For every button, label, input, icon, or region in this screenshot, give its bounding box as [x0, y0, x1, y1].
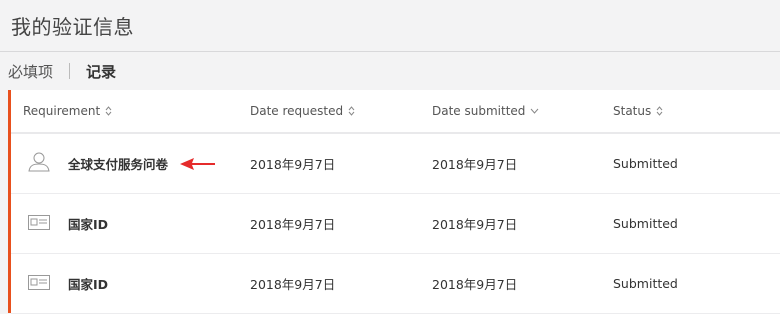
table-row[interactable]: 国家ID 2018年9月7日 2018年9月7日 Submitted	[11, 254, 780, 314]
id-card-icon	[28, 215, 50, 230]
column-header-status[interactable]: Status	[613, 104, 663, 118]
requirement-name[interactable]: 国家ID	[68, 274, 108, 293]
date-submitted: 2018年9月7日	[432, 157, 518, 172]
status-text: Submitted	[613, 276, 678, 291]
date-requested: 2018年9月7日	[250, 217, 336, 232]
page-header: 我的验证信息	[0, 0, 780, 52]
person-icon	[28, 152, 50, 172]
status-text: Submitted	[613, 216, 678, 231]
date-requested: 2018年9月7日	[250, 157, 336, 172]
tab-bar: 必填项 记录	[0, 52, 780, 90]
tab-divider	[69, 63, 71, 79]
annotation-arrow	[180, 158, 215, 170]
id-card-icon	[28, 275, 50, 290]
table-header: Requirement Date requested Date submitte…	[11, 90, 780, 134]
tab-records[interactable]: 记录	[86, 61, 116, 82]
table-row[interactable]: 国家ID 2018年9月7日 2018年9月7日 Submitted	[11, 194, 780, 254]
page-title: 我的验证信息	[11, 15, 134, 39]
sort-both-icon	[105, 106, 112, 116]
table-row[interactable]: 全球支付服务问卷 2018年9月7日 2018年9月7日 Submitted	[11, 134, 780, 194]
tab-required[interactable]: 必填项	[8, 61, 53, 82]
date-requested: 2018年9月7日	[250, 277, 336, 292]
records-table: Requirement Date requested Date submitte…	[8, 90, 780, 314]
requirement-name[interactable]: 国家ID	[68, 214, 108, 233]
requirement-name[interactable]: 全球支付服务问卷	[68, 154, 168, 173]
column-header-requirement[interactable]: Requirement	[23, 104, 112, 118]
status-text: Submitted	[613, 156, 678, 171]
date-submitted: 2018年9月7日	[432, 277, 518, 292]
sort-both-icon	[348, 106, 355, 116]
column-header-date-requested[interactable]: Date requested	[250, 104, 355, 118]
column-header-date-submitted[interactable]: Date submitted	[432, 104, 539, 118]
date-submitted: 2018年9月7日	[432, 217, 518, 232]
sort-desc-icon	[531, 108, 539, 114]
sort-both-icon	[656, 106, 663, 116]
